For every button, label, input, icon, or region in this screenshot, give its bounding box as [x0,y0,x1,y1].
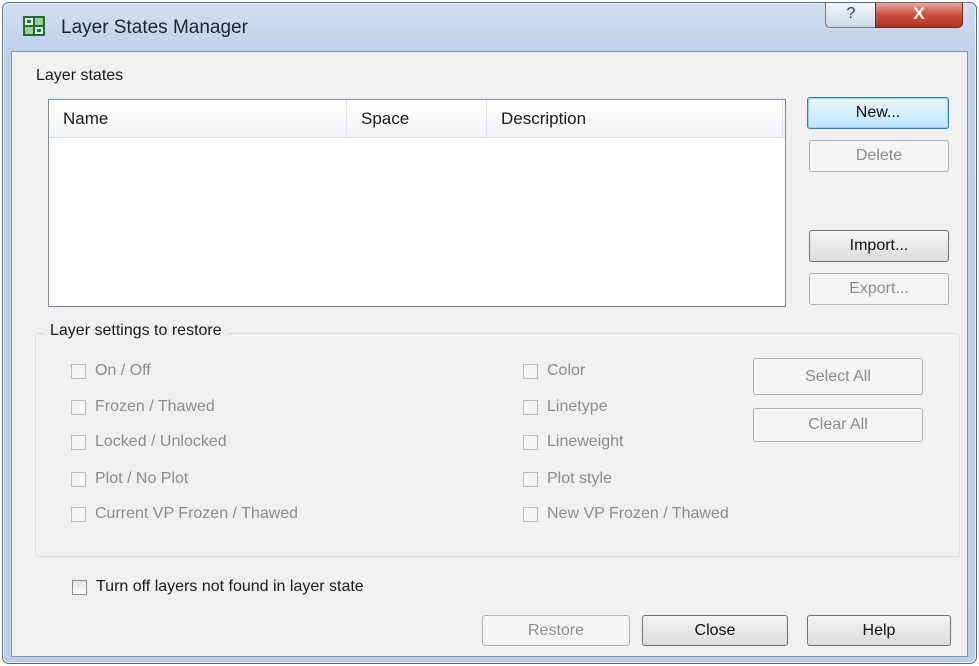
list-header: Name Space Description [49,100,785,138]
layer-states-label: Layer states [36,67,124,84]
column-header-space[interactable]: Space [347,100,487,137]
title-bar[interactable]: Layer States Manager ? X [3,3,976,49]
help-icon: ? [846,5,856,22]
checkbox[interactable] [72,580,87,595]
clear-all-button[interactable]: Clear All [753,408,923,442]
layer-states-list[interactable]: Name Space Description [48,99,786,307]
column-header-name[interactable]: Name [49,100,347,137]
new-button[interactable]: New... [807,97,949,129]
checkbox[interactable] [71,400,86,415]
help-title-button[interactable]: ? [825,3,877,28]
close-title-button[interactable]: X [875,3,963,28]
checkbox[interactable] [523,435,538,450]
restore-button[interactable]: Restore [482,615,630,646]
checkbox[interactable] [71,507,86,522]
dialog-body: Layer states Name Space Description New.… [11,51,968,657]
checkbox[interactable] [71,472,86,487]
export-button[interactable]: Export... [809,273,949,305]
checkbox[interactable] [523,507,538,522]
checkbox[interactable] [523,472,538,487]
checkbox[interactable] [523,400,538,415]
checkbox[interactable] [71,435,86,450]
layer-states-icon [23,16,45,36]
close-button[interactable]: Close [642,615,788,646]
close-icon: X [913,4,925,23]
help-button[interactable]: Help [807,615,951,646]
checkbox[interactable] [523,364,538,379]
import-button[interactable]: Import... [809,230,949,262]
column-header-description[interactable]: Description [487,100,783,137]
checkbox[interactable] [71,364,86,379]
select-all-button[interactable]: Select All [753,358,923,395]
layer-states-manager-dialog: Layer States Manager ? X Layer states Na… [2,2,977,664]
layer-settings-label: Layer settings to restore [44,322,228,340]
window-title: Layer States Manager [61,17,248,38]
delete-button[interactable]: Delete [809,140,949,172]
